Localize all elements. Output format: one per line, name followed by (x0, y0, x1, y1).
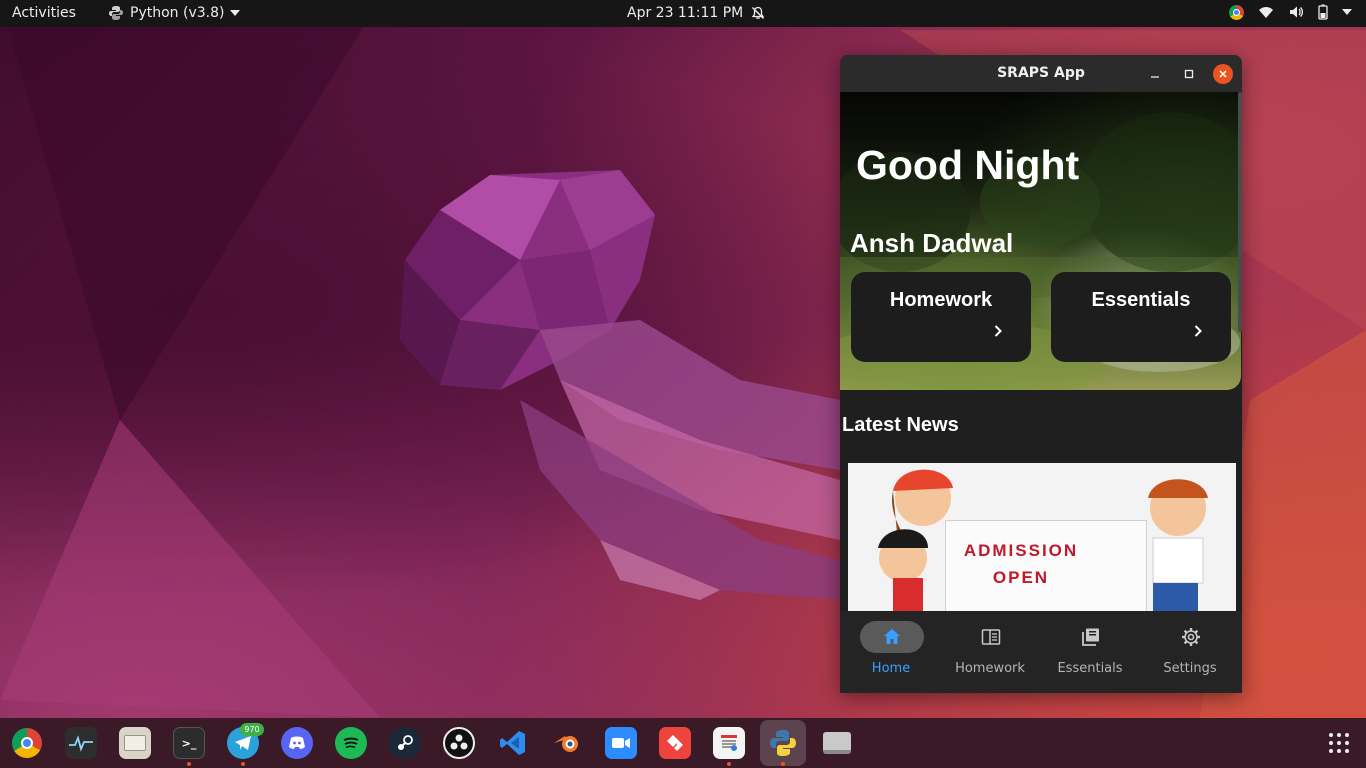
app-menu[interactable]: Python (v3.8) (108, 5, 241, 21)
window-titlebar[interactable]: SRAPS App (840, 55, 1242, 92)
app-menu-label: Python (v3.8) (130, 5, 225, 21)
nav-home-label: Home (871, 661, 911, 676)
homework-icon (981, 629, 1001, 645)
app-content[interactable]: Good Night Ansh Dadwal Homework Essentia… (840, 92, 1242, 693)
wifi-icon (1259, 7, 1273, 18)
admission-sign: ADMISSION OPEN (945, 520, 1147, 611)
obs-dock-icon[interactable] (443, 727, 475, 759)
system-tray[interactable] (1229, 4, 1352, 20)
system-menu-chevron-icon (1342, 9, 1352, 15)
blender-dock-icon[interactable] (551, 727, 583, 759)
nav-essentials-label: Essentials (1057, 661, 1123, 676)
activities-button[interactable]: Activities (12, 5, 76, 21)
bottom-navigation: Home Homework Essentials Settings (840, 611, 1242, 693)
hero-banner: Good Night Ansh Dadwal Homework Essentia… (840, 92, 1241, 390)
maximize-button[interactable] (1179, 64, 1199, 84)
chrome-tray-icon[interactable] (1229, 4, 1244, 20)
nav-settings[interactable]: Settings (1140, 611, 1240, 693)
nav-home[interactable]: Home (841, 611, 941, 693)
dock: >_ (0, 718, 1366, 768)
telegram-unread-badge: 970 (240, 723, 264, 736)
maximize-icon (1184, 69, 1194, 79)
essentials-icon (1082, 628, 1099, 646)
minimize-button[interactable] (1145, 64, 1165, 84)
notifications-muted-icon (751, 6, 765, 20)
nav-settings-label: Settings (1163, 661, 1217, 676)
chevron-down-icon (230, 10, 241, 16)
top-bar: Activities Python (v3.8) Apr 23 11:11 PM (0, 0, 1366, 27)
news-item-admission[interactable]: ADMISSION OPEN (848, 463, 1236, 611)
chevron-right-icon (1194, 325, 1202, 337)
homework-card-label: Homework (889, 289, 993, 311)
sraps-app-window: SRAPS App Good Night Ansh Dadwal Homewor… (840, 55, 1242, 693)
nav-essentials[interactable]: Essentials (1040, 611, 1140, 693)
drive-dock-icon[interactable] (821, 727, 853, 759)
battery-icon (1318, 4, 1328, 20)
greeting-heading: Good Night (856, 142, 1080, 188)
vscode-dock-icon[interactable] (497, 727, 529, 759)
app-grid-icon (1329, 733, 1349, 753)
nav-homework[interactable]: Homework (940, 611, 1040, 693)
chevron-right-icon (994, 325, 1002, 337)
steam-dock-icon[interactable] (389, 727, 421, 759)
user-name: Ansh Dadwal (850, 228, 1014, 258)
terminal-running-indicator (187, 762, 191, 766)
home-icon (884, 629, 900, 644)
admission-line-1: ADMISSION (963, 541, 1079, 560)
python-dock-icon[interactable] (767, 727, 799, 759)
terminal-dock-icon[interactable]: >_ (173, 727, 205, 759)
telegram-running-indicator (241, 762, 245, 766)
python-icon (109, 6, 123, 20)
essentials-card[interactable]: Essentials (1051, 272, 1231, 362)
volume-icon (1290, 6, 1304, 18)
text-editor-running-indicator (727, 762, 731, 766)
admission-line-2: OPEN (992, 568, 1050, 587)
spotify-dock-icon[interactable] (335, 727, 367, 759)
minimize-icon (1151, 76, 1159, 78)
nav-homework-label: Homework (955, 661, 1025, 676)
close-button[interactable] (1213, 64, 1233, 84)
show-applications-button[interactable] (1323, 727, 1355, 759)
python-running-indicator (781, 762, 785, 766)
scrollbar[interactable] (1238, 92, 1242, 332)
system-monitor-dock-icon[interactable] (65, 727, 97, 759)
close-icon (1219, 70, 1227, 78)
text-editor-dock-icon[interactable] (713, 727, 745, 759)
latest-news-heading: Latest News (842, 414, 959, 436)
homework-card[interactable]: Homework (851, 272, 1031, 362)
gear-icon (1182, 628, 1200, 646)
chrome-dock-icon[interactable] (11, 727, 43, 759)
essentials-card-label: Essentials (1091, 289, 1191, 311)
files-dock-icon[interactable] (119, 727, 151, 759)
clock[interactable]: Apr 23 11:11 PM (627, 5, 765, 21)
zoom-dock-icon[interactable] (605, 727, 637, 759)
anydesk-dock-icon[interactable] (659, 727, 691, 759)
clock-label: Apr 23 11:11 PM (627, 5, 744, 21)
discord-dock-icon[interactable] (281, 727, 313, 759)
